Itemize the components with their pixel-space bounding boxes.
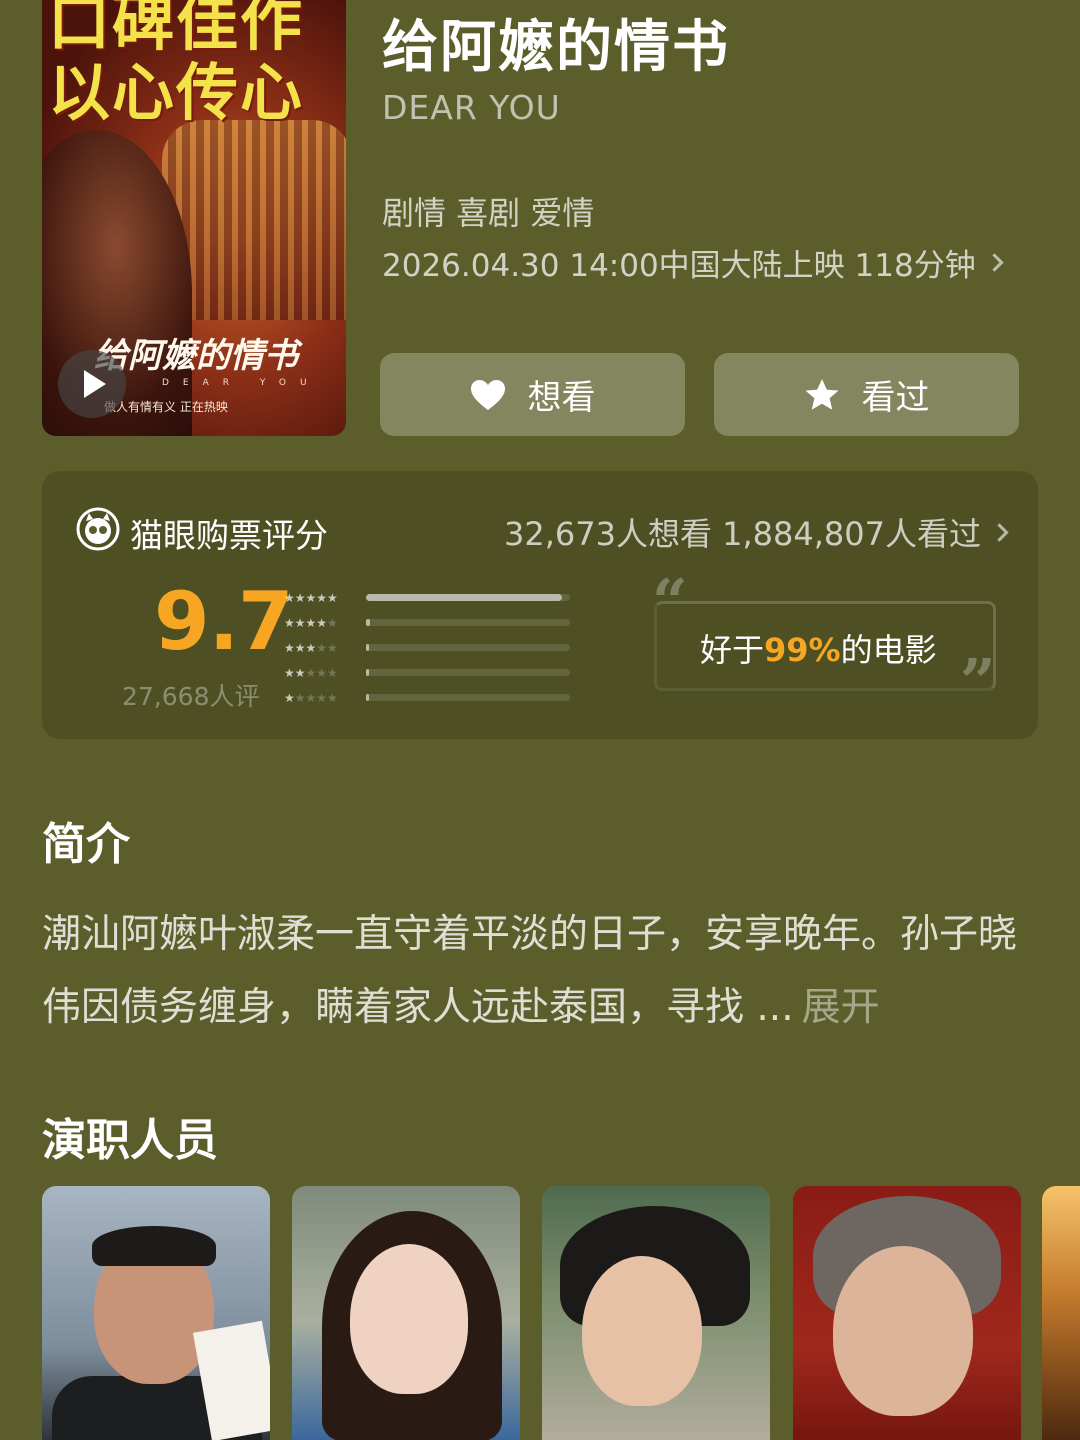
four-star-icon: ★★★★★ [284,615,338,630]
better-suffix: 的电影 [840,631,937,669]
chevron-right-icon [985,253,1004,272]
two-star-icon: ★★★★★ [284,665,338,680]
poster-headline-line1: 口碑佳作 [48,0,305,59]
cast-photo-face [833,1246,973,1416]
rating-distribution: ★★★★★ ★★★★★ ★★★★★ ★★★★★ ★★★★★ [284,585,584,710]
chevron-right-icon [990,522,1009,542]
rating-bar-fill [366,694,370,701]
audience-counts-link[interactable]: 32,673人想看 1,884,807人看过 [503,509,1009,555]
rating-bar-fill [366,669,370,676]
release-info-link[interactable]: 2026.04.30 14:00中国大陆上映 118分钟 [382,240,1032,285]
five-star-icon: ★★★★★ [284,590,338,605]
cast-photo-face [582,1256,702,1406]
rating-row-5-star: ★★★★★ [284,585,584,610]
cast-heading: 演职人员 [42,1115,218,1166]
cast-photo-face [350,1244,468,1394]
rating-voter-count: 27,668人评 [122,682,260,711]
better-percent: 99% [764,631,841,669]
audience-counts: 32,673人想看 1,884,807人看过 [503,515,981,553]
rating-row-1-star: ★★★★★ [284,685,584,710]
open-quote-icon: “ [652,565,688,638]
rating-bar-fill [366,619,371,626]
rating-card[interactable]: 猫眼购票评分 32,673人想看 1,884,807人看过 9.7 27,668… [42,471,1038,739]
maoyan-cat-icon [76,507,120,551]
movie-genres: 剧情 喜剧 爱情 [382,194,595,232]
rating-bar-track [366,644,570,651]
synopsis-heading: 简介 [42,819,130,870]
rating-bar-fill [366,644,370,651]
poster-english-title: DEAR YOU [162,378,321,388]
movie-english-title: DEAR YOU [382,88,561,127]
rating-bar-track [366,594,570,601]
release-info: 2026.04.30 14:00中国大陆上映 118分钟 [382,248,976,284]
rating-bar-track [366,669,570,676]
poster-headline-line2: 以心传心 [48,56,305,129]
poster-title: 给阿嬷的情书 [94,336,298,376]
cast-card[interactable] [542,1186,770,1440]
better-than-percentile: 好于99%的电影 [700,625,937,671]
want-to-watch-label: 想看 [527,378,596,418]
movie-detail-page: 口碑佳作 以心传心 给阿嬷的情书 DEAR YOU 做人有情有义 正在热映 给阿… [0,0,1080,1440]
one-star-icon: ★★★★★ [284,690,338,705]
better-prefix: 好于 [700,631,765,669]
synopsis-body[interactable]: 潮汕阿嬷叶淑柔一直守着平淡的日子，安享晚年。孙子晓伟因债务缠身，瞒着家人远赴泰国… [42,898,1042,1044]
play-trailer-icon[interactable] [58,350,126,418]
three-star-icon: ★★★★★ [284,640,338,655]
cast-card[interactable] [42,1186,270,1440]
rating-score: 9.7 [154,575,294,668]
poster-headline: 口碑佳作 以心传心 [48,0,346,128]
want-to-watch-button[interactable]: 想看 [380,353,685,436]
rating-source-label: 猫眼购票评分 [130,516,328,555]
star-icon [805,378,838,410]
rating-row-3-star: ★★★★★ [284,635,584,660]
cast-card[interactable] [1042,1186,1080,1440]
cast-photo-hair [92,1226,216,1266]
watched-label: 看过 [861,378,930,418]
watched-button[interactable]: 看过 [714,353,1019,436]
rating-row-4-star: ★★★★★ [284,610,584,635]
cast-card[interactable] [292,1186,520,1440]
rating-bar-track [366,694,570,701]
close-quote-icon: ” [960,645,996,718]
cast-card[interactable] [793,1186,1021,1440]
rating-row-2-star: ★★★★★ [284,660,584,685]
expand-synopsis-button[interactable]: 展开 [802,985,880,1030]
cast-carousel[interactable] [42,1186,1080,1440]
rating-bar-fill [366,594,562,601]
rating-bar-track [366,619,570,626]
movie-title: 给阿嬷的情书 [382,15,730,80]
movie-poster[interactable]: 口碑佳作 以心传心 给阿嬷的情书 DEAR YOU 做人有情有义 正在热映 [42,0,346,436]
heart-icon [470,379,505,410]
poster-tagline: 做人有情有义 正在热映 [104,400,228,414]
